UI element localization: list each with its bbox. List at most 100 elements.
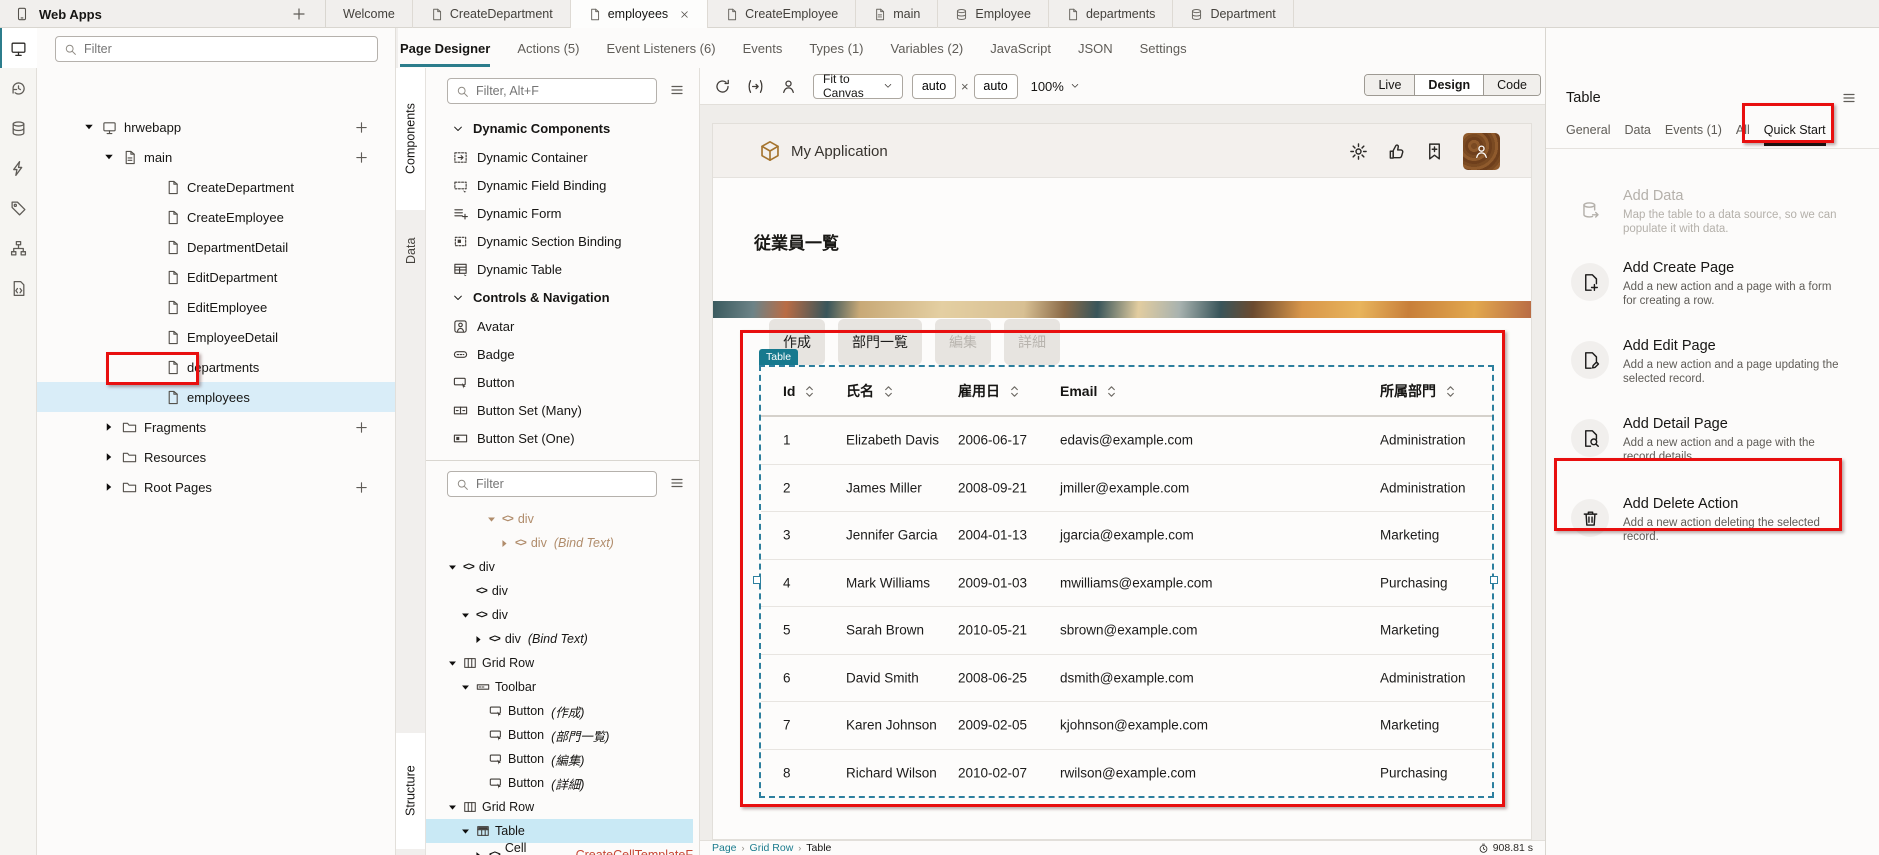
expand-arrow-icon[interactable]: [83, 121, 95, 133]
structure-node-div[interactable]: <>div: [426, 555, 693, 579]
thumbs-up-icon[interactable]: [1387, 142, 1406, 161]
tab-json[interactable]: JSON: [1078, 28, 1113, 68]
sort-icon[interactable]: [1445, 384, 1456, 399]
tab-variables-[interactable]: Variables (2): [891, 28, 964, 68]
inspector-menu-icon[interactable]: [1841, 90, 1857, 106]
expand-arrow-icon[interactable]: [460, 610, 471, 621]
structure-node-div[interactable]: <>div: [426, 507, 693, 531]
canvas-width-input[interactable]: [917, 79, 951, 93]
structure-node-div[interactable]: <>div(Bind Text): [426, 531, 693, 555]
sidebar-item-main[interactable]: main: [37, 142, 395, 172]
structure-node-button[interactable]: Button(詳細): [426, 771, 693, 795]
structure-node-div[interactable]: <>div: [426, 603, 693, 627]
table-row[interactable]: 6David Smith2008-06-25dsmith@example.com…: [761, 655, 1492, 703]
table-row[interactable]: 5Sarah Brown2010-05-21sbrown@example.com…: [761, 607, 1492, 655]
expand-arrow-icon[interactable]: [473, 850, 484, 855]
rail-item-database[interactable]: [0, 108, 37, 148]
sort-icon[interactable]: [1106, 384, 1117, 399]
sidebar-item-CreateDepartment[interactable]: CreateDepartment: [37, 172, 395, 202]
mode-button-code[interactable]: Code: [1484, 75, 1540, 95]
tab-types-[interactable]: Types (1): [809, 28, 863, 68]
palette-section-header[interactable]: Dynamic Components: [426, 114, 699, 143]
editor-tab-main[interactable]: main: [856, 0, 938, 28]
quickstart-add-detail-page[interactable]: Add Detail PageAdd a new action and a pa…: [1571, 416, 1861, 465]
expand-arrow-icon[interactable]: [447, 562, 458, 573]
tab-events[interactable]: Events: [743, 28, 783, 68]
expand-arrow-icon[interactable]: [486, 514, 497, 525]
sidebar-item-Fragments[interactable]: Fragments: [37, 412, 395, 442]
column-header-Id[interactable]: Id: [783, 367, 815, 415]
structure-node-div[interactable]: <>div: [426, 579, 693, 603]
navigate-flow-icon[interactable]: [747, 78, 764, 95]
structure-filter[interactable]: [447, 471, 657, 497]
canvas-size-select[interactable]: Fit to Canvas: [813, 74, 903, 99]
breadcrumb-page[interactable]: Page: [712, 842, 737, 854]
palette-filter[interactable]: [447, 78, 657, 104]
tab-structure[interactable]: Structure: [396, 733, 426, 849]
inspector-tab-all[interactable]: All: [1736, 112, 1750, 148]
user-role-icon[interactable]: [780, 78, 797, 95]
palette-menu-icon[interactable]: [669, 82, 685, 98]
rail-item-lightning[interactable]: [0, 148, 37, 188]
palette-item-avatar[interactable]: Avatar: [426, 312, 699, 340]
tab-actions-[interactable]: Actions (5): [517, 28, 579, 68]
rail-item-hierarchy[interactable]: [0, 228, 37, 268]
table-row[interactable]: 3Jennifer Garcia2004-01-13jgarcia@exampl…: [761, 512, 1492, 560]
breadcrumb-table[interactable]: Table: [806, 842, 831, 854]
sidebar-item-departments[interactable]: departments: [37, 352, 395, 382]
palette-item-dynamic-table[interactable]: Dynamic Table: [426, 255, 699, 283]
table-row[interactable]: 8Richard Wilson2010-02-07rwilson@example…: [761, 750, 1492, 797]
tab-javascript[interactable]: JavaScript: [990, 28, 1051, 68]
table-row[interactable]: 1Elizabeth Davis2006-06-17edavis@example…: [761, 417, 1492, 465]
palette-item-dynamic-field-binding[interactable]: Dynamic Field Binding: [426, 171, 699, 199]
tab-event-listeners-[interactable]: Event Listeners (6): [606, 28, 715, 68]
structure-filter-input[interactable]: [476, 477, 648, 491]
table-row[interactable]: 4Mark Williams2009-01-03mwilliams@exampl…: [761, 560, 1492, 608]
inspector-tab-general[interactable]: General: [1566, 112, 1610, 148]
structure-node-button[interactable]: Button(作成): [426, 699, 693, 723]
close-icon[interactable]: [679, 9, 690, 20]
palette-item-button-set-many-[interactable]: Button Set (Many): [426, 396, 699, 424]
sort-icon[interactable]: [1009, 384, 1020, 399]
column-header-雇用日[interactable]: 雇用日: [958, 367, 1020, 415]
sidebar-item-EmployeeDetail[interactable]: EmployeeDetail: [37, 322, 395, 352]
mode-button-design[interactable]: Design: [1415, 75, 1484, 95]
mode-button-live[interactable]: Live: [1365, 75, 1415, 95]
editor-tab-Welcome[interactable]: Welcome: [326, 0, 413, 28]
zoom-level[interactable]: 100%: [1031, 79, 1064, 94]
palette-item-dynamic-section-binding[interactable]: Dynamic Section Binding: [426, 227, 699, 255]
quickstart-add-edit-page[interactable]: Add Edit PageAdd a new action and a page…: [1571, 338, 1861, 387]
palette-item-button[interactable]: Button: [426, 368, 699, 396]
preview-button[interactable]: 部門一覧: [838, 319, 922, 365]
palette-item-badge[interactable]: Badge: [426, 340, 699, 368]
column-header-Email[interactable]: Email: [1060, 367, 1117, 415]
sort-icon[interactable]: [883, 384, 894, 399]
canvas-width-field[interactable]: [912, 74, 956, 99]
expand-arrow-icon[interactable]: [460, 682, 471, 693]
palette-item-dynamic-form[interactable]: Dynamic Form: [426, 199, 699, 227]
sidebar-item-hrwebapp[interactable]: hrwebapp: [37, 112, 395, 142]
tab-settings[interactable]: Settings: [1140, 28, 1187, 68]
palette-item-button-set-one-[interactable]: Button Set (One): [426, 424, 699, 452]
add-web-app-button[interactable]: [291, 6, 307, 22]
expand-arrow-icon[interactable]: [473, 634, 484, 645]
expand-arrow-icon[interactable]: [103, 481, 115, 493]
web-apps-filter-input[interactable]: [84, 42, 369, 56]
expand-arrow-icon[interactable]: [447, 802, 458, 813]
structure-node-grid-row[interactable]: Grid Row: [426, 651, 693, 675]
editor-tab-departments[interactable]: departments: [1049, 0, 1173, 28]
bookmark-add-icon[interactable]: [1425, 142, 1444, 161]
add-icon[interactable]: [354, 480, 369, 495]
tab-data[interactable]: Data: [396, 216, 426, 286]
sidebar-item-Root Pages[interactable]: Root Pages: [37, 472, 395, 502]
editor-tab-Employee[interactable]: Employee: [938, 0, 1049, 28]
structure-node-button[interactable]: Button(編集): [426, 747, 693, 771]
table-row[interactable]: 7Karen Johnson2009-02-05kjohnson@example…: [761, 702, 1492, 750]
tab-components[interactable]: Components: [396, 68, 426, 210]
palette-filter-input[interactable]: [476, 84, 648, 98]
editor-tab-employees[interactable]: employees: [571, 0, 708, 28]
sidebar-item-EditDepartment[interactable]: EditDepartment: [37, 262, 395, 292]
add-icon[interactable]: [354, 120, 369, 135]
gear-icon[interactable]: [1349, 142, 1368, 161]
inspector-tab-data[interactable]: Data: [1624, 112, 1650, 148]
